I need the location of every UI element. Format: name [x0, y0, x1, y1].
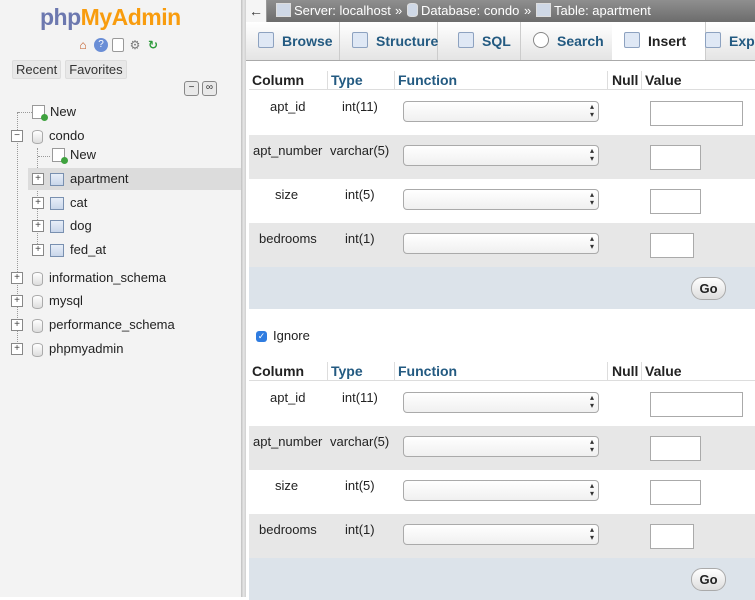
table-header: Column Type Function Null Value — [249, 71, 755, 90]
breadcrumb-database[interactable]: Database: condo — [407, 0, 519, 22]
tree-item-table-apartment[interactable]: + apartment — [28, 168, 241, 190]
function-select[interactable] — [403, 145, 599, 166]
function-select[interactable] — [403, 101, 599, 122]
table-icon — [536, 3, 551, 17]
main-tabs: Browse Structure SQL Search Insert Exp — [246, 22, 755, 61]
tab-browse[interactable]: Browse — [246, 22, 340, 60]
form-footer: Go — [249, 558, 755, 600]
table-row: apt_id int(11) — [249, 382, 755, 426]
reload-icon[interactable]: ↻ — [146, 38, 160, 52]
table-icon — [50, 220, 64, 233]
function-select[interactable] — [403, 480, 599, 501]
breadcrumb-table[interactable]: Table: apartment — [536, 0, 651, 22]
value-input[interactable] — [650, 145, 701, 170]
new-table-icon — [52, 148, 68, 164]
sql-icon — [458, 32, 474, 48]
recent-tab[interactable]: Recent — [12, 60, 62, 79]
tree-item-table-cat[interactable]: + cat — [28, 192, 241, 214]
table-icon — [50, 173, 64, 186]
function-select[interactable] — [403, 436, 599, 457]
back-arrow-icon[interactable]: ← — [246, 0, 267, 22]
value-input[interactable] — [650, 480, 701, 505]
expand-icon[interactable]: + — [32, 173, 44, 185]
ignore-checkbox[interactable]: ✓ — [256, 331, 267, 342]
collapse-all-icon[interactable]: − — [184, 81, 199, 96]
tab-structure[interactable]: Structure — [340, 22, 438, 60]
table-icon — [50, 244, 64, 257]
function-select[interactable] — [403, 233, 599, 254]
docs-icon[interactable] — [112, 38, 124, 52]
tree-item-db-phpmyadmin[interactable]: + phpmyadmin — [0, 338, 241, 360]
search-icon — [533, 32, 549, 48]
value-input[interactable] — [650, 101, 743, 126]
phpmyadmin-logo[interactable]: phpMyAdmin — [40, 4, 181, 31]
table-icon — [50, 197, 64, 210]
navigation-panel: phpMyAdmin ⌂ ? ⚙ ↻ Recent Favorites − ∞ … — [0, 0, 241, 597]
table-row: bedrooms int(1) — [249, 223, 755, 267]
value-input[interactable] — [650, 392, 743, 417]
insert-icon — [624, 32, 640, 48]
link-with-main-icon[interactable]: ∞ — [202, 81, 217, 96]
settings-icon[interactable]: ⚙ — [128, 38, 142, 52]
expand-icon[interactable]: + — [11, 272, 23, 284]
structure-icon — [352, 32, 368, 48]
tree-item-new[interactable]: New — [0, 101, 241, 123]
database-icon — [32, 295, 43, 309]
tree-item-db-information_schema[interactable]: + information_schema — [0, 267, 241, 289]
breadcrumb: ← Server: localhost » Database: condo » … — [246, 0, 755, 22]
tab-search[interactable]: Search — [521, 22, 614, 60]
table-header: Column Type Function Null Value — [249, 362, 755, 381]
tree-item-condo-new[interactable]: New — [0, 144, 241, 166]
export-icon — [705, 32, 721, 48]
expand-icon[interactable]: + — [11, 319, 23, 331]
recent-favorites-tabs: Recent Favorites — [12, 60, 127, 79]
value-input[interactable] — [650, 524, 694, 549]
server-icon — [276, 3, 291, 17]
value-input[interactable] — [650, 233, 694, 258]
table-row: size int(5) — [249, 470, 755, 514]
help-icon[interactable]: ? — [94, 38, 108, 52]
tab-export[interactable]: Exp — [693, 22, 755, 60]
database-icon — [32, 130, 43, 144]
function-select[interactable] — [403, 189, 599, 210]
breadcrumb-separator: » — [524, 3, 532, 18]
database-icon — [407, 3, 418, 17]
database-icon — [32, 272, 43, 286]
new-icon — [32, 105, 48, 121]
table-row: apt_number varchar(5) — [249, 426, 755, 470]
tree-controls: − ∞ — [184, 81, 217, 96]
panel-resizer[interactable] — [241, 0, 246, 597]
tree-item-db-mysql[interactable]: + mysql — [0, 290, 241, 312]
home-icon[interactable]: ⌂ — [76, 38, 90, 52]
tab-sql[interactable]: SQL — [446, 22, 521, 60]
table-row: bedrooms int(1) — [249, 514, 755, 558]
tree-item-table-dog[interactable]: + dog — [28, 215, 241, 237]
tree-item-table-fed_at[interactable]: + fed_at — [28, 239, 241, 261]
form-footer: Go — [249, 267, 755, 309]
tree-item-db-performance_schema[interactable]: + performance_schema — [0, 314, 241, 336]
go-button[interactable]: Go — [691, 277, 726, 300]
breadcrumb-server[interactable]: Server: localhost — [276, 0, 391, 22]
table-row: size int(5) — [249, 179, 755, 223]
value-input[interactable] — [650, 436, 701, 461]
breadcrumb-separator: » — [395, 3, 403, 18]
function-select[interactable] — [403, 524, 599, 545]
tab-insert[interactable]: Insert — [612, 22, 706, 60]
expand-icon[interactable]: + — [11, 295, 23, 307]
database-icon — [32, 343, 43, 357]
nav-icon-row: ⌂ ? ⚙ ↻ — [76, 38, 160, 52]
expand-icon[interactable]: + — [32, 220, 44, 232]
favorites-tab[interactable]: Favorites — [65, 60, 127, 79]
collapse-icon[interactable]: − — [11, 130, 23, 142]
value-input[interactable] — [650, 189, 701, 214]
expand-icon[interactable]: + — [32, 197, 44, 209]
function-select[interactable] — [403, 392, 599, 413]
table-row: apt_number varchar(5) — [249, 135, 755, 179]
database-icon — [32, 319, 43, 333]
browse-icon — [258, 32, 274, 48]
expand-icon[interactable]: + — [11, 343, 23, 355]
expand-icon[interactable]: + — [32, 244, 44, 256]
table-row: apt_id int(11) — [249, 91, 755, 135]
go-button[interactable]: Go — [691, 568, 726, 591]
